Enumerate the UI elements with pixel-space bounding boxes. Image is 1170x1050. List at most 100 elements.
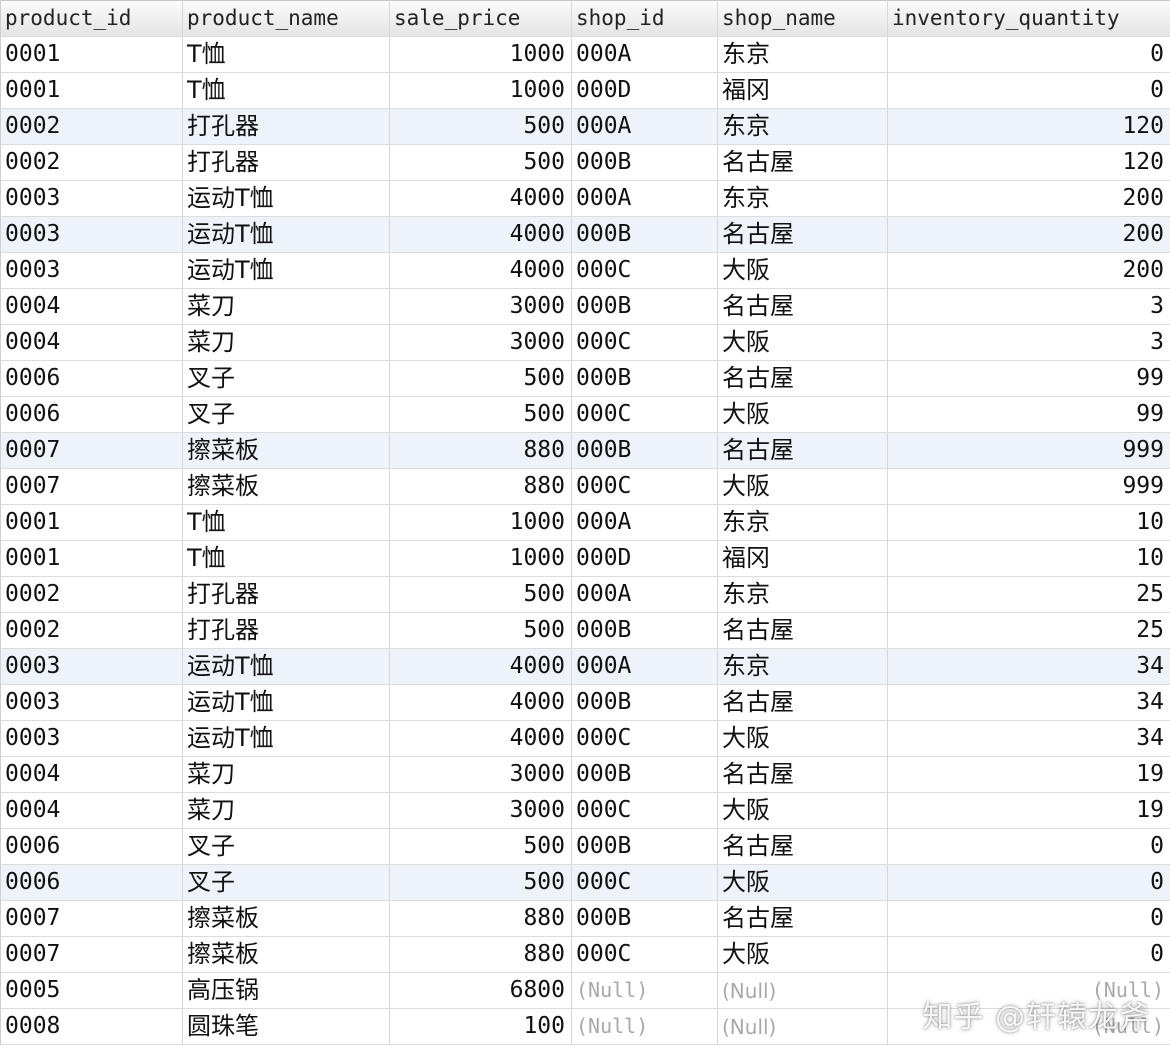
table-row[interactable]: 0004 菜刀 3000 000C 大阪 19 (1, 793, 1170, 829)
cell-product-name[interactable]: 打孔器 (183, 577, 390, 613)
table-row[interactable]: 0002 打孔器 500 000B 名古屋 25 (1, 613, 1170, 649)
cell-sale-price[interactable]: 3000 (390, 757, 572, 793)
cell-shop-name[interactable]: 东京 (718, 181, 888, 217)
cell-product-id[interactable]: 0001 (1, 505, 183, 541)
cell-sale-price[interactable]: 4000 (390, 217, 572, 253)
cell-shop-name[interactable]: 大阪 (718, 469, 888, 505)
cell-product-name[interactable]: 擦菜板 (183, 901, 390, 937)
cell-product-id[interactable]: 0007 (1, 901, 183, 937)
header-inventory-quantity[interactable]: inventory_quantity (888, 1, 1170, 37)
cell-sale-price[interactable]: 4000 (390, 253, 572, 289)
cell-shop-name[interactable]: 名古屋 (718, 361, 888, 397)
cell-sale-price[interactable]: 500 (390, 109, 572, 145)
cell-sale-price[interactable]: 100 (390, 1009, 572, 1045)
cell-inventory-quantity[interactable]: 0 (888, 37, 1170, 73)
cell-shop-id[interactable]: 000B (572, 829, 718, 865)
header-shop-id[interactable]: shop_id (572, 1, 718, 37)
cell-shop-name[interactable]: 名古屋 (718, 145, 888, 181)
table-row[interactable]: 0007 擦菜板 880 000C 大阪 0 (1, 937, 1170, 973)
cell-shop-id[interactable]: 000B (572, 613, 718, 649)
cell-product-id[interactable]: 0003 (1, 649, 183, 685)
cell-shop-name[interactable]: 名古屋 (718, 613, 888, 649)
cell-inventory-quantity[interactable]: 3 (888, 289, 1170, 325)
cell-inventory-quantity[interactable]: 34 (888, 649, 1170, 685)
cell-inventory-quantity[interactable]: 200 (888, 181, 1170, 217)
cell-inventory-quantity[interactable]: 0 (888, 829, 1170, 865)
cell-sale-price[interactable]: 880 (390, 469, 572, 505)
cell-inventory-quantity[interactable]: 200 (888, 253, 1170, 289)
cell-shop-id[interactable]: 000A (572, 649, 718, 685)
cell-shop-name[interactable]: 东京 (718, 37, 888, 73)
cell-shop-id[interactable]: 000C (572, 937, 718, 973)
cell-shop-id[interactable]: 000B (572, 685, 718, 721)
table-row[interactable]: 0002 打孔器 500 000A 东京 120 (1, 109, 1170, 145)
cell-product-id[interactable]: 0003 (1, 721, 183, 757)
header-product-id[interactable]: product_id (1, 1, 183, 37)
cell-inventory-quantity[interactable]: (Null) (888, 973, 1170, 1009)
table-row[interactable]: 0003 运动T恤 4000 000A 东京 34 (1, 649, 1170, 685)
table-row[interactable]: 0008 圆珠笔 100 (Null) (Null) (Null) (1, 1009, 1170, 1045)
table-row[interactable]: 0001 T恤 1000 000D 福冈 0 (1, 73, 1170, 109)
cell-product-name[interactable]: T恤 (183, 505, 390, 541)
cell-shop-name[interactable]: 大阪 (718, 721, 888, 757)
table-row[interactable]: 0005 高压锅 6800 (Null) (Null) (Null) (1, 973, 1170, 1009)
cell-inventory-quantity[interactable]: 200 (888, 217, 1170, 253)
cell-product-name[interactable]: T恤 (183, 37, 390, 73)
cell-inventory-quantity[interactable]: 3 (888, 325, 1170, 361)
cell-shop-id[interactable]: 000D (572, 73, 718, 109)
cell-inventory-quantity[interactable]: 34 (888, 685, 1170, 721)
cell-shop-id[interactable]: 000A (572, 577, 718, 613)
cell-product-name[interactable]: 圆珠笔 (183, 1009, 390, 1045)
cell-shop-name[interactable]: 大阪 (718, 325, 888, 361)
cell-shop-name[interactable]: 名古屋 (718, 433, 888, 469)
cell-product-name[interactable]: 擦菜板 (183, 937, 390, 973)
cell-shop-id[interactable]: 000C (572, 721, 718, 757)
table-row[interactable]: 0003 运动T恤 4000 000A 东京 200 (1, 181, 1170, 217)
cell-product-name[interactable]: T恤 (183, 541, 390, 577)
table-row[interactable]: 0007 擦菜板 880 000B 名古屋 0 (1, 901, 1170, 937)
cell-shop-id[interactable]: 000A (572, 37, 718, 73)
cell-shop-name[interactable]: 东京 (718, 577, 888, 613)
cell-sale-price[interactable]: 6800 (390, 973, 572, 1009)
cell-sale-price[interactable]: 1000 (390, 37, 572, 73)
table-row[interactable]: 0007 擦菜板 880 000C 大阪 999 (1, 469, 1170, 505)
table-row[interactable]: 0006 叉子 500 000C 大阪 99 (1, 397, 1170, 433)
cell-shop-id[interactable]: 000C (572, 397, 718, 433)
cell-shop-id[interactable]: 000A (572, 181, 718, 217)
cell-product-name[interactable]: 菜刀 (183, 325, 390, 361)
table-row[interactable]: 0004 菜刀 3000 000B 名古屋 19 (1, 757, 1170, 793)
cell-product-name[interactable]: 叉子 (183, 829, 390, 865)
cell-inventory-quantity[interactable]: 10 (888, 541, 1170, 577)
cell-shop-name[interactable]: 名古屋 (718, 757, 888, 793)
cell-sale-price[interactable]: 4000 (390, 181, 572, 217)
cell-product-name[interactable]: 叉子 (183, 361, 390, 397)
cell-inventory-quantity[interactable]: 0 (888, 73, 1170, 109)
cell-shop-name[interactable]: 东京 (718, 109, 888, 145)
cell-sale-price[interactable]: 500 (390, 145, 572, 181)
cell-product-id[interactable]: 0003 (1, 685, 183, 721)
cell-shop-name[interactable]: 大阪 (718, 397, 888, 433)
cell-shop-id[interactable]: 000B (572, 361, 718, 397)
cell-product-id[interactable]: 0002 (1, 145, 183, 181)
cell-sale-price[interactable]: 880 (390, 937, 572, 973)
cell-shop-name[interactable]: (Null) (718, 973, 888, 1009)
cell-product-name[interactable]: 菜刀 (183, 793, 390, 829)
cell-shop-name[interactable]: (Null) (718, 1009, 888, 1045)
cell-product-name[interactable]: 打孔器 (183, 109, 390, 145)
cell-shop-id[interactable]: 000B (572, 901, 718, 937)
table-row[interactable]: 0006 叉子 500 000B 名古屋 0 (1, 829, 1170, 865)
cell-product-id[interactable]: 0004 (1, 325, 183, 361)
cell-sale-price[interactable]: 4000 (390, 649, 572, 685)
table-row[interactable]: 0006 叉子 500 000C 大阪 0 (1, 865, 1170, 901)
cell-product-id[interactable]: 0004 (1, 289, 183, 325)
cell-product-name[interactable]: 打孔器 (183, 145, 390, 181)
cell-product-name[interactable]: 叉子 (183, 865, 390, 901)
cell-inventory-quantity[interactable]: 34 (888, 721, 1170, 757)
table-row[interactable]: 0002 打孔器 500 000B 名古屋 120 (1, 145, 1170, 181)
cell-sale-price[interactable]: 1000 (390, 505, 572, 541)
cell-shop-id[interactable]: 000C (572, 865, 718, 901)
cell-shop-id[interactable]: 000C (572, 253, 718, 289)
cell-shop-name[interactable]: 名古屋 (718, 901, 888, 937)
cell-sale-price[interactable]: 500 (390, 865, 572, 901)
cell-shop-id[interactable]: 000B (572, 217, 718, 253)
